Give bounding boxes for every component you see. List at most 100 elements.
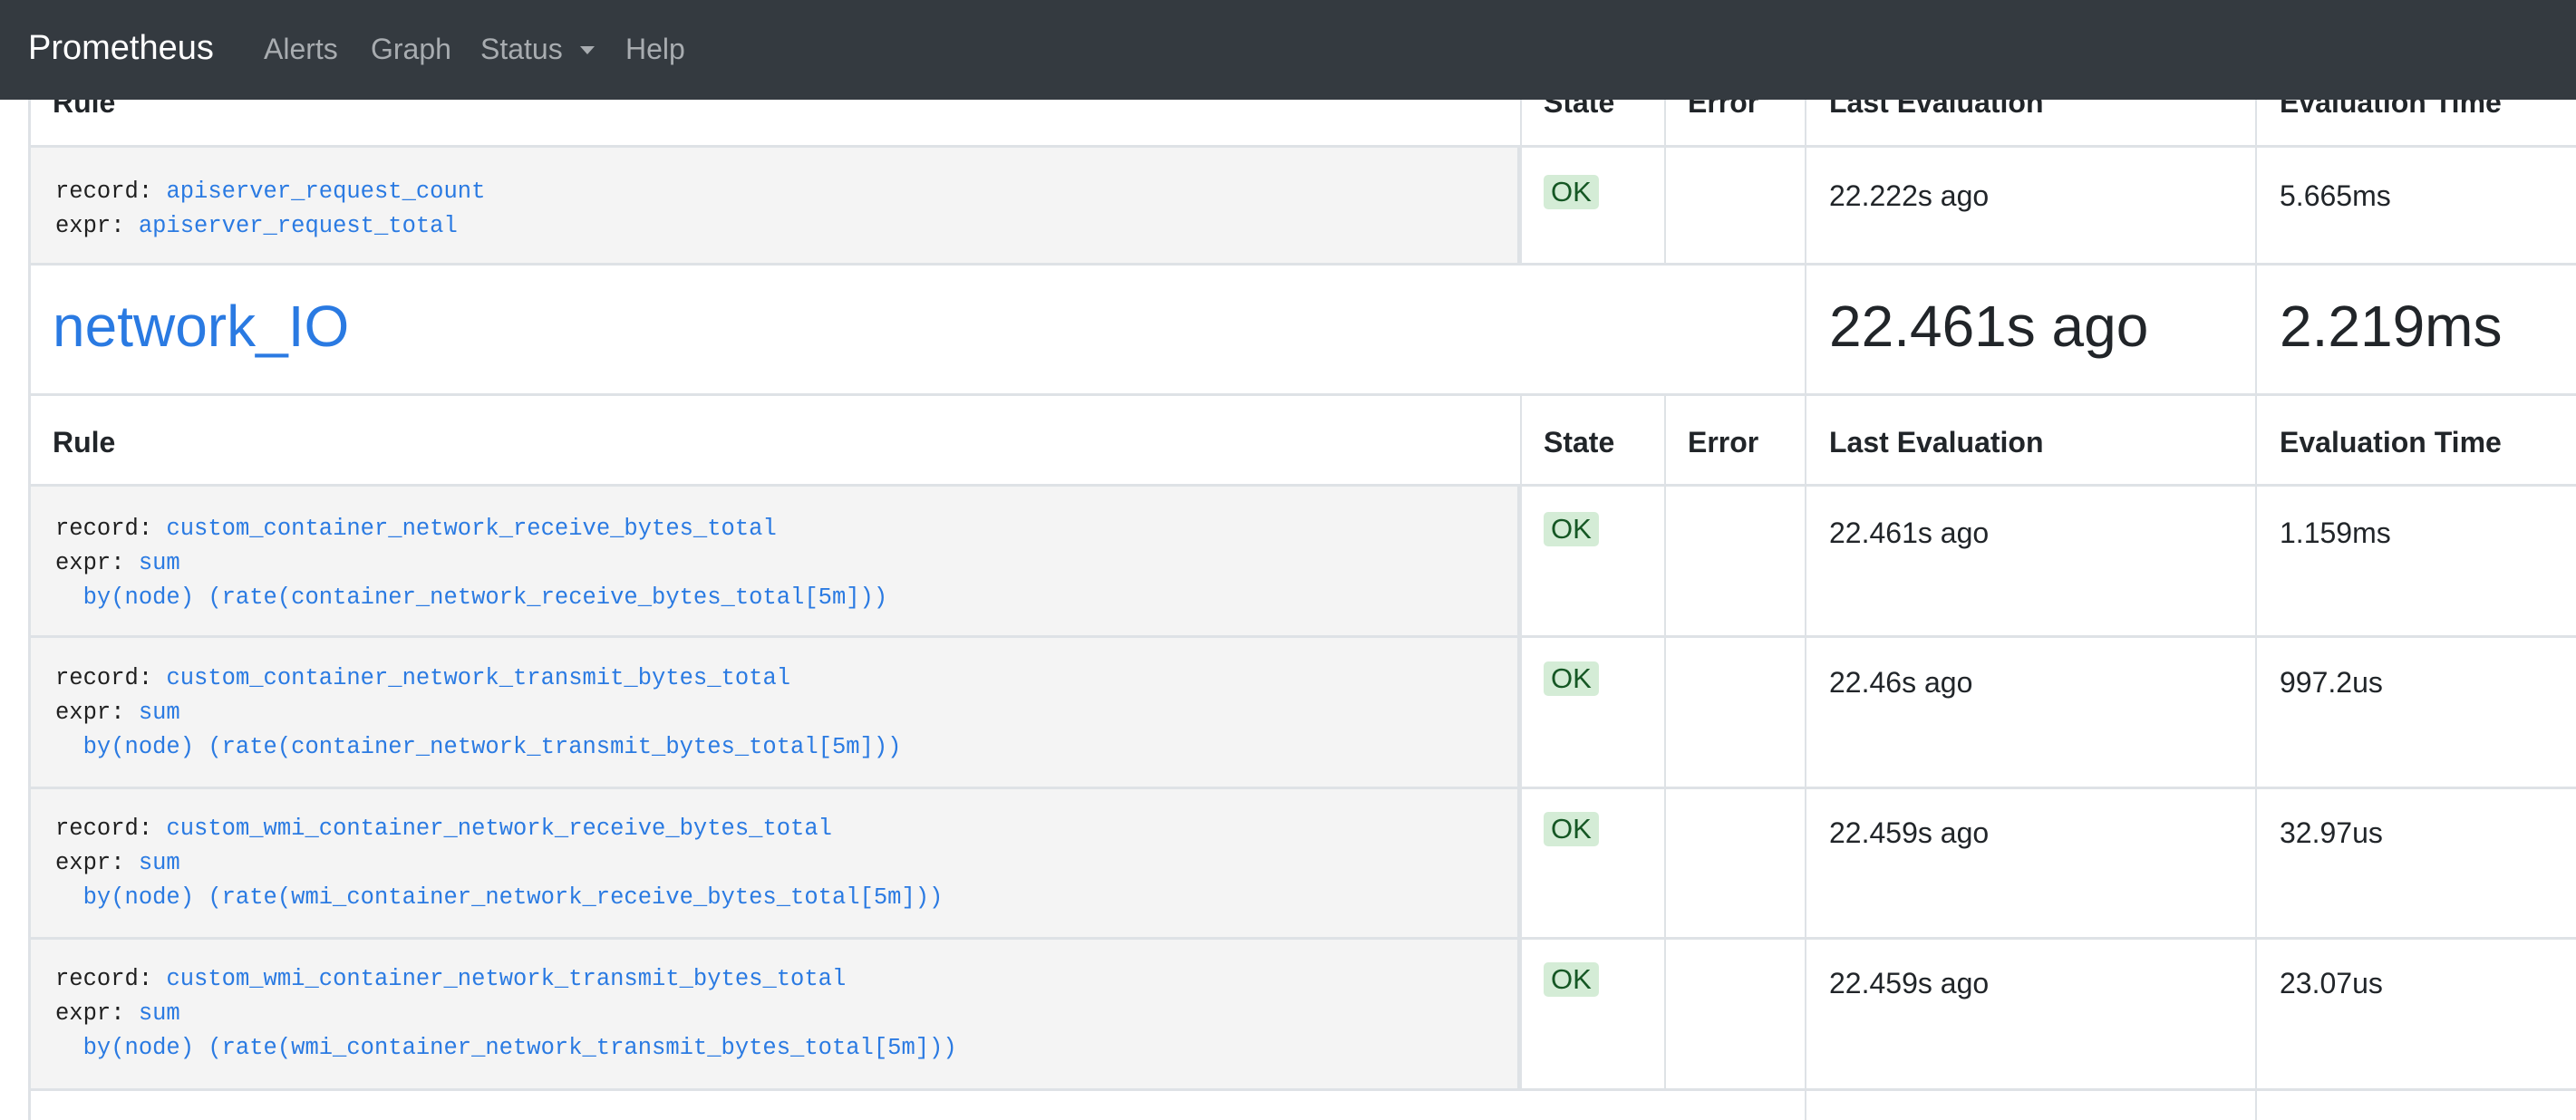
evaluation-time-cell: 997.2us [2255,638,2576,789]
evaluation-time-value: 32.97us [2280,816,2383,849]
error-cell [1664,487,1805,638]
rule-code: record: custom_container_network_transmi… [55,661,901,765]
group-name-cell: network_IO [28,266,1805,396]
nav-link-help[interactable]: Help [625,33,685,66]
next-row-cell [1805,1091,2255,1120]
next-row-cell [2255,1091,2576,1120]
table-row [28,1088,2576,1120]
last-evaluation-cell: 22.459s ago [1805,789,2255,940]
rule-definition-cell: record: custom_container_network_transmi… [28,638,1520,789]
group-last-evaluation: 22.461s ago [1829,294,2149,359]
header-evaluation-time: Evaluation Time [2280,426,2502,459]
status-badge: OK [1544,512,1599,546]
status-badge: OK [1544,812,1599,846]
rule-code: record: custom_container_network_receive… [55,512,887,615]
status-badge: OK [1544,175,1599,209]
table-row: record: apiserver_request_count expr: ap… [28,145,2576,266]
header-rule: Rule [53,426,116,459]
evaluation-time-value: 997.2us [2280,666,2383,699]
last-evaluation-value: 22.222s ago [1829,179,1990,212]
brand-logo-link[interactable]: Prometheus [28,29,214,68]
evaluation-time-cell: 5.665ms [2255,148,2576,266]
rule-record-link[interactable]: custom_wmi_container_network_receive_byt… [166,816,832,842]
state-cell: OK [1520,940,1664,1091]
rule-expr-continuation[interactable]: by(node) (rate(wmi_container_network_tra… [83,1035,957,1061]
group-last-evaluation-cell: 22.461s ago [1805,266,2255,396]
state-cell: OK [1520,638,1664,789]
last-evaluation-value: 22.459s ago [1829,816,1990,849]
rule-expr-link[interactable]: apiserver_request_total [139,213,458,239]
rule-definition-cell: record: apiserver_request_count expr: ap… [28,148,1520,266]
rule-record-link[interactable]: custom_container_network_receive_bytes_t… [166,516,776,542]
header-state: State [1544,426,1615,459]
table-header-row: Rule State Error Last Evaluation Evaluat… [28,393,2576,487]
rule-expr-continuation[interactable]: by(node) (rate(container_network_receive… [83,584,888,611]
status-badge: OK [1544,962,1599,997]
last-evaluation-cell: 22.46s ago [1805,638,2255,789]
record-label: record: [55,179,153,205]
last-evaluation-cell: 22.459s ago [1805,940,2255,1091]
header-cell-last-evaluation: Last Evaluation [1805,396,2255,487]
rule-definition-cell: record: custom_wmi_container_network_tra… [28,940,1520,1091]
error-cell [1664,148,1805,266]
rule-code: record: apiserver_request_count expr: ap… [55,175,485,244]
error-cell [1664,940,1805,1091]
state-cell: OK [1520,148,1664,266]
last-evaluation-value: 22.461s ago [1829,517,1990,549]
expr-label: expr: [55,850,125,876]
next-row-cell [28,1091,1805,1120]
record-label: record: [55,966,153,992]
table-row: record: custom_wmi_container_network_tra… [28,937,2576,1091]
header-error: Error [1688,426,1759,459]
evaluation-time-cell: 32.97us [2255,789,2576,940]
rule-record-link[interactable]: apiserver_request_count [166,179,485,205]
record-label: record: [55,665,153,691]
header-cell-rule: Rule [28,396,1520,487]
last-evaluation-value: 22.46s ago [1829,666,1973,699]
record-label: record: [55,516,153,542]
nav-link-alerts[interactable]: Alerts [264,33,338,66]
state-cell: OK [1520,789,1664,940]
nav-dropdown-status[interactable]: Status [480,33,563,66]
table-row: record: custom_wmi_container_network_rec… [28,787,2576,940]
rule-record-link[interactable]: custom_wmi_container_network_transmit_by… [166,966,846,992]
rule-record-link[interactable]: custom_container_network_transmit_bytes_… [166,665,790,691]
group-evaluation-time: 2.219ms [2280,294,2503,359]
last-evaluation-cell: 22.461s ago [1805,487,2255,638]
error-cell [1664,789,1805,940]
rule-definition-cell: record: custom_container_network_receive… [28,487,1520,638]
evaluation-time-value: 5.665ms [2280,179,2391,212]
rule-code: record: custom_wmi_container_network_tra… [55,962,957,1066]
group-name-link[interactable]: network_IO [53,293,349,360]
rule-expr-link[interactable]: sum [139,850,180,876]
rule-expr-link[interactable]: sum [139,550,180,576]
expr-label: expr: [55,550,125,576]
header-cell-state: State [1520,396,1664,487]
expr-label: expr: [55,700,125,726]
expr-label: expr: [55,213,125,239]
evaluation-time-cell: 1.159ms [2255,487,2576,638]
last-evaluation-cell: 22.222s ago [1805,148,2255,266]
rule-definition-cell: record: custom_wmi_container_network_rec… [28,789,1520,940]
last-evaluation-value: 22.459s ago [1829,967,1990,999]
rule-expr-link[interactable]: sum [139,1000,180,1027]
state-cell: OK [1520,487,1664,638]
chevron-down-icon[interactable] [580,46,595,54]
record-label: record: [55,816,153,842]
evaluation-time-value: 1.159ms [2280,517,2391,549]
group-evaluation-time-cell: 2.219ms [2255,266,2576,396]
status-badge: OK [1544,661,1599,696]
rule-expr-continuation[interactable]: by(node) (rate(wmi_container_network_rec… [83,884,944,911]
error-cell [1664,638,1805,789]
prometheus-rules-page: Prometheus Alerts Graph Status Help Rule… [0,0,2576,1120]
header-cell-evaluation-time: Evaluation Time [2255,396,2576,487]
rule-expr-link[interactable]: sum [139,700,180,726]
top-navbar: Prometheus Alerts Graph Status Help [0,0,2576,100]
evaluation-time-value: 23.07us [2280,967,2383,999]
rule-expr-continuation[interactable]: by(node) (rate(container_network_transmi… [83,734,902,760]
expr-label: expr: [55,1000,125,1027]
evaluation-time-cell: 23.07us [2255,940,2576,1091]
header-last-evaluation: Last Evaluation [1829,426,2044,459]
nav-link-graph[interactable]: Graph [371,33,451,66]
rule-code: record: custom_wmi_container_network_rec… [55,812,943,915]
